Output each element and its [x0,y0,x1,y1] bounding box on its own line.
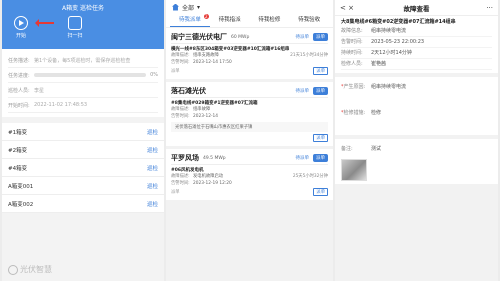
inspection-task-screen: A箱变 巡检任务 开始 扫一扫 任务描述: 第1个设备，每5项巡检时，需保存巡检… [2,0,164,281]
tab-to-accept[interactable]: 待我验收 [289,14,329,27]
task-header: A箱变 巡检任务 开始 扫一扫 [2,0,164,49]
measure-field[interactable]: *检修措施: 检修 [341,106,492,132]
scan-button[interactable]: 扫一扫 [60,16,90,39]
back-icon: < [340,3,346,12]
tab-badge: 2 [203,14,209,19]
dispatch-screen: 全部 ▾ 待我派单 2 待我指派 待我检修 待我验收 闽宁三德光伏电厂 60 M… [166,0,333,281]
dispatch-button[interactable]: 派单 [313,33,328,41]
list-item[interactable]: A箱变001 巡检 [2,177,164,195]
list-item[interactable]: A箱变002 巡检 [2,195,164,213]
ticket[interactable]: #06风机发电机 故障描述: 发电机故障启动 25天5小时32分钟 告警时间: 202… [171,164,328,198]
dispatch-button[interactable]: 派单 [313,87,328,95]
red-arrow-annotation [35,19,54,27]
repair-form: *产生原因: 组串持续零电流 *检修措施: 检修 [335,77,498,135]
play-icon [14,16,28,30]
info-row: 巡检人员: 李星 [8,83,158,98]
station-notice: 光伏落石滩位于石嘴山市惠农区红果子镇 [171,122,328,132]
status-badge: 待派单 [295,156,310,161]
dispatch-button[interactable]: 派单 [313,154,328,162]
remark-card: 备注: 测试 [335,139,498,184]
filter-bar[interactable]: 全部 ▾ [166,0,333,14]
progress-row: 任务进度: 0% [8,68,158,83]
ticket-dispatch-link[interactable]: 派单 [313,134,328,142]
fault-detail-screen: < × 故障查看 ··· 大8集电线#6箱变#02逆变器#07汇流箱#14组串 … [335,0,498,281]
scan-icon [68,16,82,30]
ticket-dispatch-link[interactable]: 派单 [313,67,328,75]
inspect-link[interactable]: 巡检 [147,200,158,208]
tab-to-dispatch[interactable]: 待我派单 2 [170,14,210,27]
device-list: #1箱变 巡检 #2箱变 巡检 #4箱变 巡检 A箱变001 巡检 A箱变002… [2,123,164,213]
task-title: A箱变 巡检任务 [61,5,104,12]
tab-to-assign[interactable]: 待我指派 [210,14,250,27]
ticket[interactable]: 横光一线#8东区304箱变#03逆变器#10汇流箱#16组串 故障描述: 组串支路… [171,43,328,77]
tab-bar: 待我派单 2 待我指派 待我检修 待我验收 [166,14,333,28]
fault-info-card: 大8集电线#6箱变#02逆变器#07汇流箱#14组串 故障信息: 组串持续零电流 … [335,16,498,73]
filter-select[interactable]: 全部 [182,3,194,12]
inspect-link[interactable]: 巡检 [147,146,158,154]
station-capacity: 60 MWp [231,34,250,40]
attachment-photo[interactable] [341,159,367,181]
status-badge: 待派单 [295,35,310,40]
screenshot-collage: A箱变 巡检任务 开始 扫一扫 任务描述: 第1个设备，每5项巡检时，需保存巡检… [0,0,500,281]
detail-body: 大8集电线#6箱变#02逆变器#07汇流箱#14组串 故障信息: 组串持续零电流 … [335,16,498,281]
cause-field[interactable]: *产生原因: 组串持续零电流 [341,80,492,106]
page-title: 故障查看 [403,4,430,13]
info-row: 开始时间: 2022-11-02 17:48:53 [8,98,158,113]
station-capacity: 49.5 MWp [203,155,226,161]
station-card: 落石滩光伏 待派单 派单 #8集电线#029箱变#1逆变器#07汇流箱 故障描述… [166,82,333,146]
watermark: 光伏智慧 [8,264,52,275]
ticket[interactable]: #8集电线#029箱变#1逆变器#07汇流箱 故障描述: 组串故障 告警时间: 20… [171,97,328,144]
inspect-link[interactable]: 巡检 [147,164,158,172]
progress-bar [34,73,147,77]
close-icon: × [348,3,354,12]
station-name: 落石滩光伏 [171,87,206,95]
info-row: 任务描述: 第1个设备，每5项巡检时，需保存巡检检查 [8,53,158,68]
station-name: 平罗风场 [171,154,199,162]
home-icon [172,3,179,11]
inspect-link[interactable]: 巡检 [147,182,158,190]
status-badge: 待派单 [295,89,310,94]
ticket-dispatch-link[interactable]: 派单 [313,188,328,196]
list-item[interactable]: #4箱变 巡检 [2,159,164,177]
watermark-logo-icon [8,264,18,275]
list-item[interactable]: #1箱变 巡检 [2,123,164,141]
station-list: 闽宁三德光伏电厂 60 MWp 待派单 派单 横光一线#8东区304箱变#03逆… [166,28,333,281]
station-card: 闽宁三德光伏电厂 60 MWp 待派单 派单 横光一线#8东区304箱变#03逆… [166,28,333,79]
station-name: 闽宁三德光伏电厂 [171,33,227,41]
more-button[interactable]: ··· [471,4,493,12]
remark-field[interactable]: 备注: 测试 [341,142,492,155]
inspect-link[interactable]: 巡检 [147,128,158,136]
list-item[interactable]: #2箱变 巡检 [2,141,164,159]
back-button[interactable]: < × [340,4,362,12]
detail-header: < × 故障查看 ··· [335,0,498,16]
ticket-title: 大8集电线#6箱变#02逆变器#07汇流箱#14组串 [341,19,456,25]
task-info: 任务描述: 第1个设备，每5项巡检时，需保存巡检检查 任务进度: 0% 巡检人员… [2,49,164,117]
chevron-down-icon: ▾ [197,3,201,11]
tab-to-repair[interactable]: 待我检修 [250,14,290,27]
start-button[interactable]: 开始 [8,16,34,39]
station-card: 平罗风场 49.5 MWp 待派单 派单 #06风机发电机 故障描述: 发电机故障… [166,149,333,200]
